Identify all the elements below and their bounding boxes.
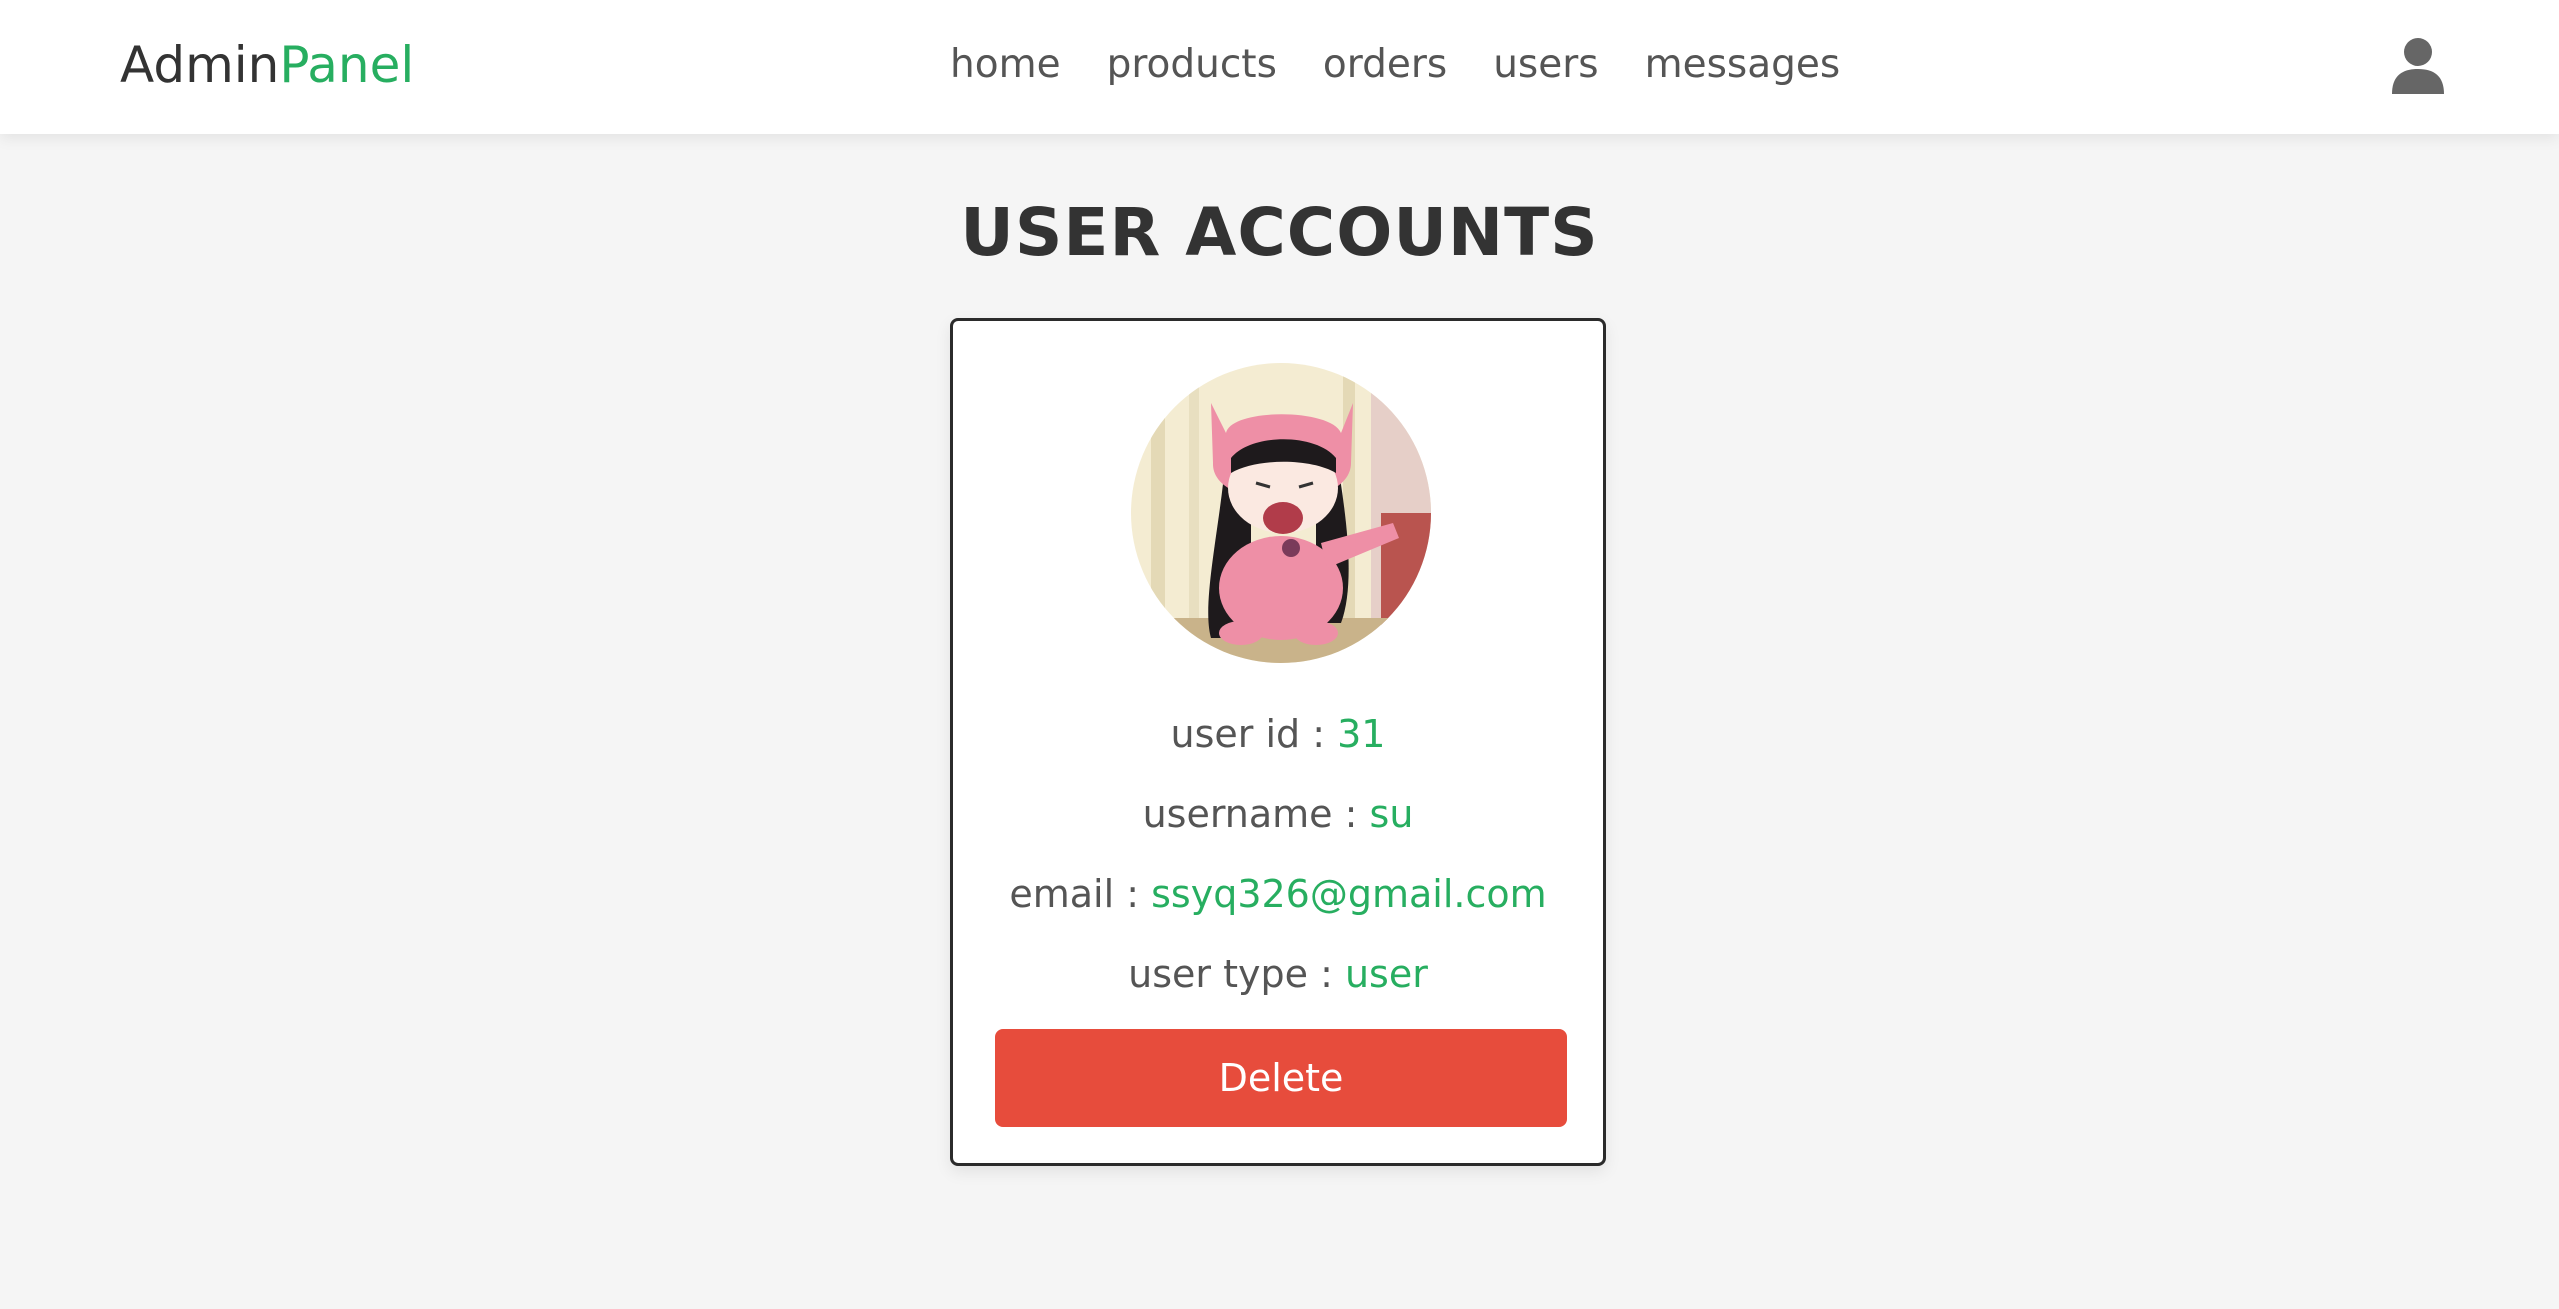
- page-title: USER ACCOUNTS: [960, 194, 1599, 271]
- header: AdminPanel home products orders users me…: [0, 0, 2559, 134]
- user-card: user id : 31 username : su email : ssyq3…: [950, 318, 1606, 1166]
- user-type-label: user type :: [1128, 952, 1345, 996]
- user-id-label: user id :: [1170, 712, 1338, 756]
- email-value: ssyq326@gmail.com: [1151, 872, 1547, 916]
- nav-orders[interactable]: orders: [1323, 36, 1447, 94]
- logo-text-panel: Panel: [279, 36, 415, 94]
- email-row: email : ssyq326@gmail.com: [953, 867, 1603, 921]
- logo[interactable]: AdminPanel: [120, 32, 414, 98]
- delete-button[interactable]: Delete: [995, 1029, 1567, 1127]
- main-nav: home products orders users messages: [950, 36, 1840, 94]
- nav-users[interactable]: users: [1493, 36, 1598, 94]
- nav-home[interactable]: home: [950, 36, 1061, 94]
- username-value: su: [1369, 792, 1414, 836]
- username-label: username :: [1142, 792, 1370, 836]
- email-label: email :: [1009, 872, 1152, 916]
- user-icon[interactable]: [2390, 36, 2446, 96]
- nav-messages[interactable]: messages: [1645, 36, 1841, 94]
- user-type-row: user type : user: [953, 947, 1603, 1001]
- user-id-row: user id : 31: [953, 707, 1603, 761]
- user-id-value: 31: [1337, 712, 1386, 756]
- logo-text-admin: Admin: [120, 36, 280, 94]
- username-row: username : su: [953, 787, 1603, 841]
- avatar: [1131, 363, 1431, 663]
- nav-products[interactable]: products: [1107, 36, 1277, 94]
- user-type-value: user: [1344, 952, 1428, 996]
